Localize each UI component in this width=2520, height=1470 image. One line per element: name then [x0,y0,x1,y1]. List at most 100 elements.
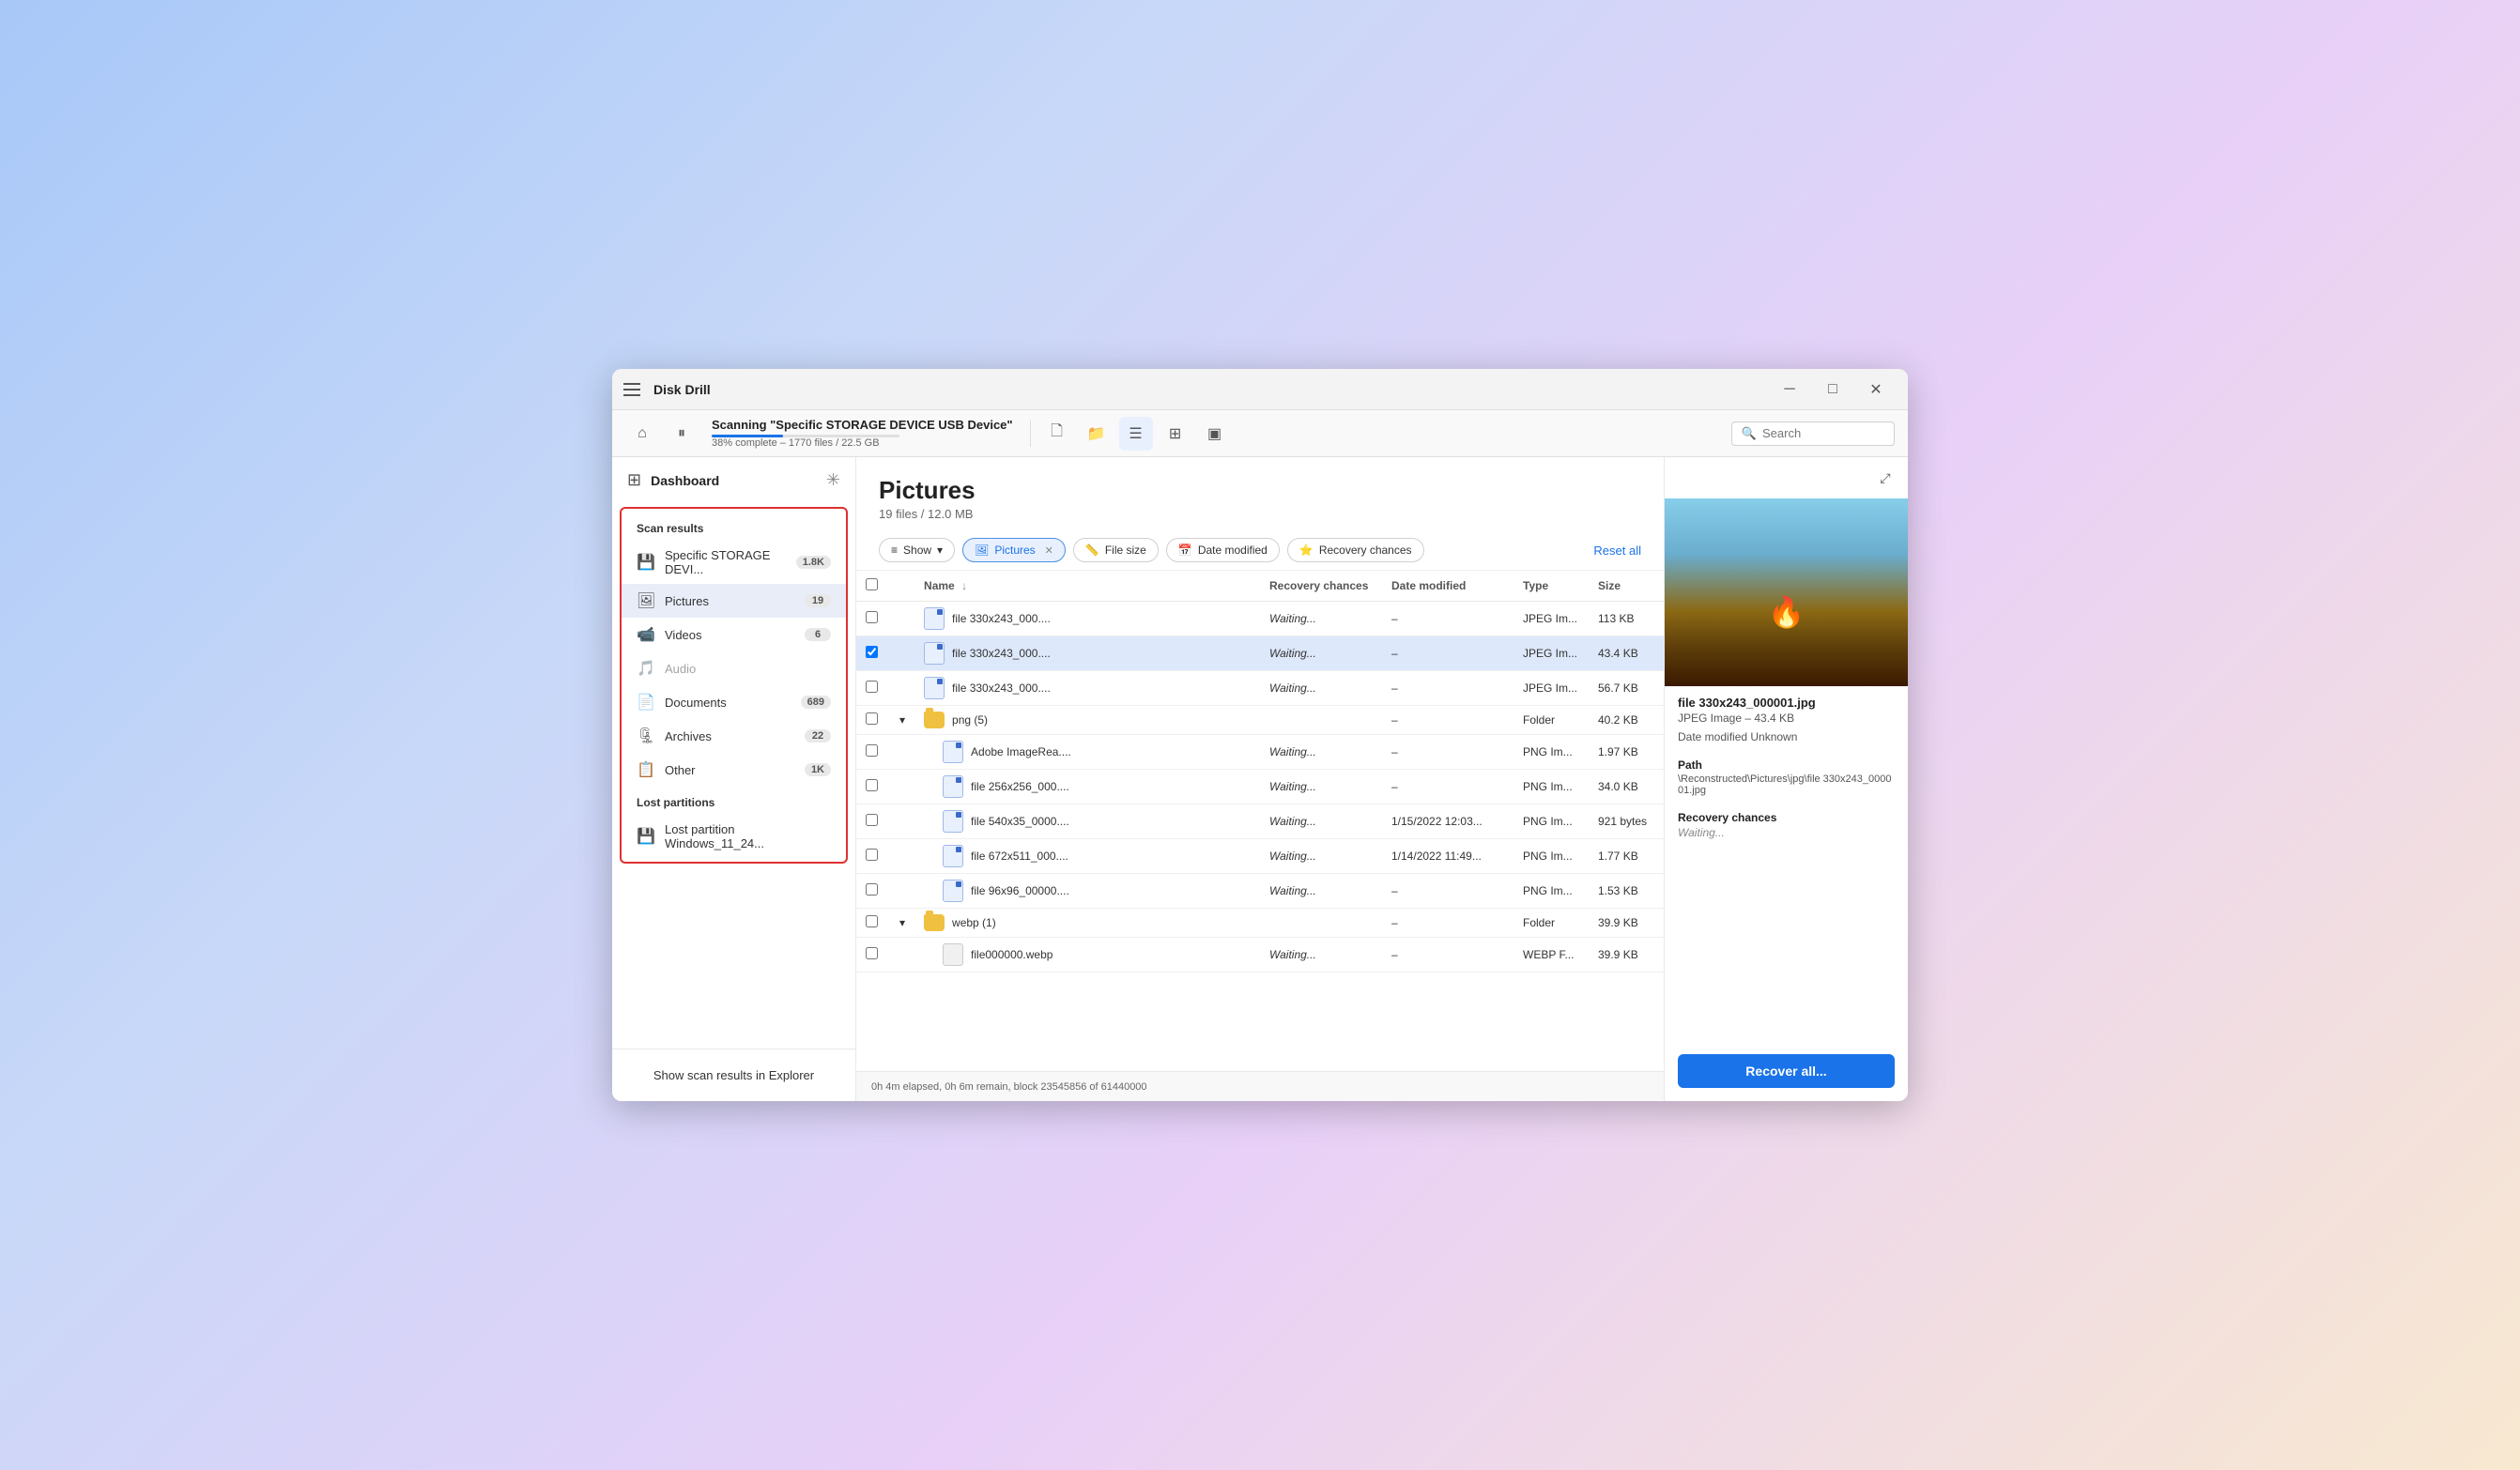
file-name-text: file 96x96_00000.... [971,884,1069,897]
other-icon: 📋 [637,760,655,779]
row-chevron-cell [890,770,914,804]
star-icon: ⭐ [1299,544,1314,557]
panel-view-button[interactable]: ▣ [1198,417,1232,451]
row-checkbox[interactable] [866,712,878,725]
sort-arrow-name: ↓ [961,579,967,592]
pictures-label: Pictures [665,594,795,608]
sidebar-item-archives[interactable]: 🗜 Archives 22 [622,719,846,753]
row-checkbox-cell [856,602,890,636]
table-row[interactable]: file 330x243_000....Waiting...–JPEG Im..… [856,602,1664,636]
row-checkbox[interactable] [866,883,878,896]
folder-icon [924,712,945,728]
header-date[interactable]: Date modified [1382,571,1514,602]
row-checkbox[interactable] [866,646,878,658]
table-row[interactable]: file 672x511_000....Waiting...1/14/2022 … [856,839,1664,874]
row-type-cell: PNG Im... [1514,874,1589,909]
show-scan-results-button[interactable]: Show scan results in Explorer [627,1063,840,1088]
row-date-cell: 1/15/2022 12:03... [1382,804,1514,839]
pause-button[interactable]: ⏸ [665,417,699,451]
row-name-cell: file 672x511_000.... [914,839,1260,874]
loading-spinner: ✳ [826,470,840,490]
table-row[interactable]: file 330x243_000....Waiting...–JPEG Im..… [856,671,1664,706]
scanning-sub: 38% complete – 1770 files / 22.5 GB [712,437,1013,449]
sidebar-item-lost-partition[interactable]: 💾 Lost partition Windows_11_24... [622,815,846,858]
home-button[interactable]: ⌂ [625,417,659,451]
row-type-cell: JPEG Im... [1514,602,1589,636]
preview-path-label: Path [1665,753,1908,773]
table-row[interactable]: file 540x35_0000....Waiting...1/15/2022 … [856,804,1664,839]
table-row[interactable]: ▾png (5)–Folder40.2 KB [856,706,1664,735]
row-date-cell: – [1382,602,1514,636]
row-date-cell: – [1382,874,1514,909]
preview-recovery-label: Recovery chances [1665,805,1908,826]
pictures-filter-button[interactable]: 🖼 Pictures ✕ [962,538,1066,562]
list-view-button[interactable]: ☰ [1119,417,1153,451]
preview-expand-button[interactable]: ⤢ [1872,465,1898,491]
search-box: 🔍 [1731,421,1895,446]
date-modified-filter-button[interactable]: 📅 Date modified [1166,538,1280,562]
header-recovery[interactable]: Recovery chances [1260,571,1382,602]
row-checkbox[interactable] [866,915,878,927]
row-checkbox[interactable] [866,814,878,826]
row-chevron-cell [890,874,914,909]
file-icon [924,642,945,665]
archives-icon: 🗜 [637,727,655,745]
show-filter-button[interactable]: ≡ Show ▾ [879,538,955,562]
recovery-chances-filter-button[interactable]: ⭐ Recovery chances [1287,538,1424,562]
row-checkbox[interactable] [866,611,878,623]
row-checkbox[interactable] [866,849,878,861]
table-row[interactable]: file 96x96_00000....Waiting...–PNG Im...… [856,874,1664,909]
select-all-checkbox[interactable] [866,578,878,590]
row-recovery-cell: Waiting... [1260,938,1382,972]
row-checkbox[interactable] [866,947,878,959]
lost-partitions-label: Lost partitions [622,787,846,815]
row-checkbox[interactable] [866,779,878,791]
reset-all-button[interactable]: Reset all [1593,544,1641,558]
search-input[interactable] [1762,426,1884,440]
app-title: Disk Drill [653,382,711,397]
minimize-button[interactable]: ─ [1769,375,1810,405]
row-type-cell: Folder [1514,706,1589,735]
table-row[interactable]: file 256x256_000....Waiting...–PNG Im...… [856,770,1664,804]
header-type[interactable]: Type [1514,571,1589,602]
table-row[interactable]: ▾webp (1)–Folder39.9 KB [856,909,1664,938]
sidebar-item-other[interactable]: 📋 Other 1K [622,753,846,787]
row-chevron-cell[interactable]: ▾ [890,909,914,938]
scan-results-label: Scan results [622,513,846,541]
pictures-filter-close[interactable]: ✕ [1045,544,1053,557]
folder-button[interactable]: 📁 [1080,417,1114,451]
sidebar-item-audio[interactable]: 🎵 Audio [622,651,846,685]
file-icon [943,775,963,798]
sidebar-item-documents[interactable]: 📄 Documents 689 [622,685,846,719]
new-doc-button[interactable]: 🗋 [1040,417,1074,451]
header-checkbox[interactable] [856,571,890,602]
row-checkbox[interactable] [866,744,878,757]
row-date-cell: 1/14/2022 11:49... [1382,839,1514,874]
recover-all-button[interactable]: Recover all... [1678,1054,1895,1088]
header-name[interactable]: Name ↓ [914,571,1260,602]
grid-view-button[interactable]: ⊞ [1159,417,1192,451]
row-checkbox-cell [856,706,890,735]
header-size[interactable]: Size [1589,571,1664,602]
row-recovery-cell: Waiting... [1260,804,1382,839]
close-button[interactable]: ✕ [1855,375,1897,405]
content-title: Pictures [879,476,1641,505]
row-checkbox[interactable] [866,681,878,693]
sidebar-item-device[interactable]: 💾 Specific STORAGE DEVI... 1.8K [622,541,846,584]
table-row[interactable]: Adobe ImageRea....Waiting...–PNG Im...1.… [856,735,1664,770]
file-size-filter-button[interactable]: 📏 File size [1073,538,1159,562]
device-icon: 💾 [637,553,655,572]
archives-badge: 22 [805,729,831,743]
table-row[interactable]: file 330x243_000....Waiting...–JPEG Im..… [856,636,1664,671]
sidebar: ⊞ Dashboard ✳ Scan results 💾 Specific ST… [612,457,856,1101]
row-chevron-cell [890,671,914,706]
row-chevron-cell[interactable]: ▾ [890,706,914,735]
maximize-button[interactable]: □ [1812,375,1853,405]
chevron-down-icon: ▾ [937,544,943,557]
row-date-cell: – [1382,671,1514,706]
menu-button[interactable] [623,378,646,401]
sidebar-item-pictures[interactable]: 🖼 Pictures 19 [622,584,846,618]
preview-panel: ⤢ file 330x243_000001.jpg JPEG Image – 4… [1664,457,1908,1101]
table-row[interactable]: file000000.webpWaiting...–WEBP F...39.9 … [856,938,1664,972]
sidebar-item-videos[interactable]: 📹 Videos 6 [622,618,846,651]
